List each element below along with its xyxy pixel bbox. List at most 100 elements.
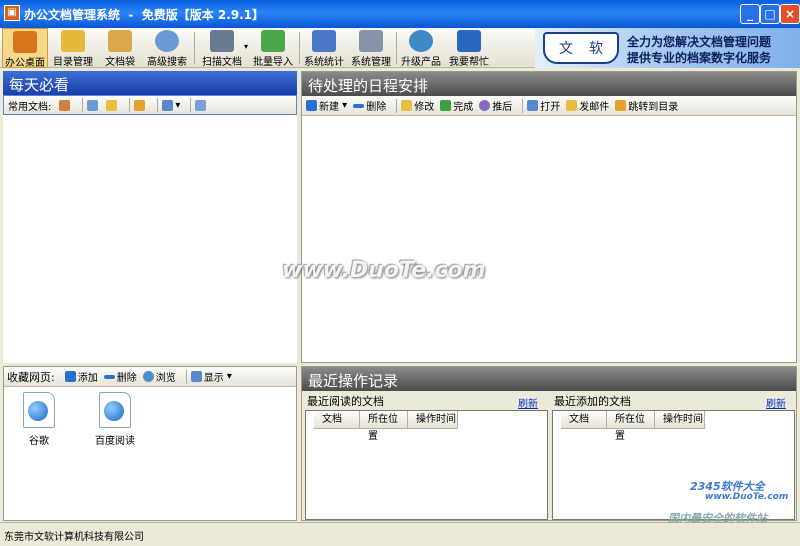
- separator: [190, 98, 192, 112]
- recent-added-list[interactable]: 文档 所在位置 操作时间: [552, 410, 795, 520]
- toolbar-label: 高级搜索: [147, 57, 187, 68]
- toolbar-separator: [299, 32, 300, 64]
- schedule-title: 待处理的日程安排: [302, 72, 796, 96]
- send-mail-label: 发邮件: [579, 102, 610, 113]
- minus-icon: [103, 374, 115, 379]
- toolbar-directory-button[interactable]: 目录管理: [50, 28, 96, 68]
- add-favorite-button[interactable]: 添加: [64, 369, 98, 384]
- recent-added-title: 最近添加的文档: [554, 395, 631, 408]
- open-doc-icon: [527, 100, 539, 111]
- dropdown-arrow-icon[interactable]: ▾: [244, 42, 248, 51]
- display-dropdown-button[interactable]: 显示 ▾: [190, 369, 232, 384]
- main-window: ▣ 办公文档管理系统 - 免费版【版本 2.9.1】 _ □ × 办公桌面 目录…: [0, 0, 800, 546]
- favorite-label: 谷歌: [29, 436, 49, 447]
- web-page-globe-icon: [99, 392, 131, 428]
- schedule-panel: 待处理的日程安排 新建 ▾ 删除 修改 完成 推后 打开 发邮件 跳转到目录: [301, 71, 797, 363]
- recent-title: 最近操作记录: [302, 367, 796, 391]
- open-label: 打开: [540, 102, 561, 113]
- new-schedule-button[interactable]: 新建 ▾: [306, 98, 347, 113]
- postpone-schedule-button[interactable]: 推后: [479, 98, 512, 113]
- toolbar-search-button[interactable]: 高级搜索: [144, 28, 190, 68]
- complete-schedule-button[interactable]: 完成: [440, 98, 473, 113]
- toolbox-icon[interactable]: [59, 99, 72, 111]
- close-button[interactable]: ×: [780, 4, 800, 24]
- toolbar-help-button[interactable]: 我要帮忙: [446, 28, 492, 68]
- toolbar-label: 我要帮忙: [449, 57, 489, 68]
- separator: [396, 98, 398, 113]
- favorite-item-google[interactable]: 谷歌: [12, 392, 66, 447]
- recent-read-header: 文档 所在位置 操作时间: [314, 411, 458, 442]
- slogan-line-2: 提供专业的档案数字化服务: [627, 51, 772, 65]
- refresh-read-link[interactable]: 刷新: [518, 395, 538, 410]
- user-card-icon: [359, 30, 383, 52]
- window-title: 办公文档管理系统 - 免费版【版本 2.9.1】: [24, 8, 265, 22]
- delete-schedule-button[interactable]: 删除: [353, 98, 386, 113]
- daily-panel: 每天必看 常用文档: ▾: [3, 71, 297, 363]
- toolbar-docbag-button[interactable]: 文档袋: [98, 28, 142, 68]
- envelope-icon[interactable]: [106, 99, 119, 111]
- daily-panel-title: 每天必看: [3, 71, 297, 95]
- toolbar-desktop-button[interactable]: 办公桌面: [2, 28, 48, 69]
- toolbar-separator: [396, 32, 397, 64]
- new-label: 新建: [319, 102, 339, 113]
- separator: [522, 98, 524, 113]
- book-logo-icon: 文 软: [543, 32, 619, 64]
- separator: [157, 98, 159, 112]
- view-dropdown-icon[interactable]: ▾: [162, 99, 180, 111]
- calendar-icon[interactable]: [195, 99, 208, 111]
- send-mail-button[interactable]: 发邮件: [566, 98, 609, 113]
- maximize-button[interactable]: □: [760, 4, 780, 24]
- open-doc-button[interactable]: 打开: [527, 98, 560, 113]
- refresh-added-link[interactable]: 刷新: [766, 395, 786, 410]
- toolbar-stats-button[interactable]: 系统统计: [301, 28, 347, 68]
- help-person-icon: [457, 30, 481, 52]
- col-time[interactable]: 操作时间: [655, 411, 705, 429]
- minimize-button[interactable]: _: [740, 4, 760, 24]
- col-location[interactable]: 所在位置: [360, 411, 408, 442]
- search-doc-icon[interactable]: [87, 99, 100, 111]
- recent-read-title: 最近阅读的文档: [307, 395, 384, 408]
- plus-icon: [306, 100, 317, 111]
- col-location[interactable]: 所在位置: [607, 411, 655, 442]
- browse-favorite-button[interactable]: 浏览: [142, 369, 176, 384]
- toolbar-import-button[interactable]: 批量导入: [250, 28, 296, 68]
- folder-icon: [61, 30, 85, 52]
- folder-icon[interactable]: [134, 99, 147, 111]
- delete-favorite-button[interactable]: 删除: [103, 369, 137, 384]
- toolbar-upgrade-button[interactable]: 升级产品: [398, 28, 444, 68]
- separator: [82, 98, 84, 112]
- col-document[interactable]: 文档: [314, 411, 360, 429]
- folder-jump-icon: [615, 100, 627, 111]
- browse-label: 浏览: [155, 373, 176, 384]
- edit-icon: [401, 100, 413, 111]
- scanner-icon: [210, 30, 234, 52]
- minus-icon: [353, 103, 365, 108]
- jump-to-directory-button[interactable]: 跳转到目录: [615, 98, 678, 113]
- common-docs-label: 常用文档:: [8, 101, 52, 113]
- col-time[interactable]: 操作时间: [408, 411, 458, 429]
- status-company: 东莞市文软计算机科技有限公司: [4, 532, 144, 543]
- browser-icon: [142, 371, 154, 382]
- clock-icon: [479, 100, 491, 111]
- toolbar-label: 系统统计: [304, 57, 344, 68]
- toolbar-label: 批量导入: [253, 57, 293, 68]
- envelope-icon: [566, 100, 578, 111]
- toolbar-admin-button[interactable]: 系统管理: [348, 28, 394, 68]
- title-bar[interactable]: ▣ 办公文档管理系统 - 免费版【版本 2.9.1】 _ □ ×: [0, 0, 800, 28]
- common-docs-bar: 常用文档: ▾: [3, 95, 297, 115]
- toolbar-separator: [194, 32, 195, 64]
- watermark-corner-2: www.DuoTe.com: [705, 492, 789, 502]
- complete-label: 完成: [453, 102, 474, 113]
- favorites-toolbar: 收藏网页: 添加 删除 浏览 显示 ▾: [4, 367, 296, 387]
- magnifier-icon: [155, 30, 179, 52]
- favorite-item-baidu-read[interactable]: 百度阅读: [88, 392, 142, 447]
- add-label: 添加: [77, 373, 98, 384]
- col-document[interactable]: 文档: [561, 411, 607, 429]
- globe-network-icon: [409, 30, 433, 52]
- display-label: 显示: [203, 373, 224, 384]
- plus-icon: [64, 371, 76, 382]
- recent-read-list[interactable]: 文档 所在位置 操作时间: [305, 410, 548, 520]
- app-icon: ▣: [4, 5, 20, 21]
- edit-schedule-button[interactable]: 修改: [401, 98, 434, 113]
- toolbar-scan-button[interactable]: 扫描文档 ▾: [196, 28, 248, 68]
